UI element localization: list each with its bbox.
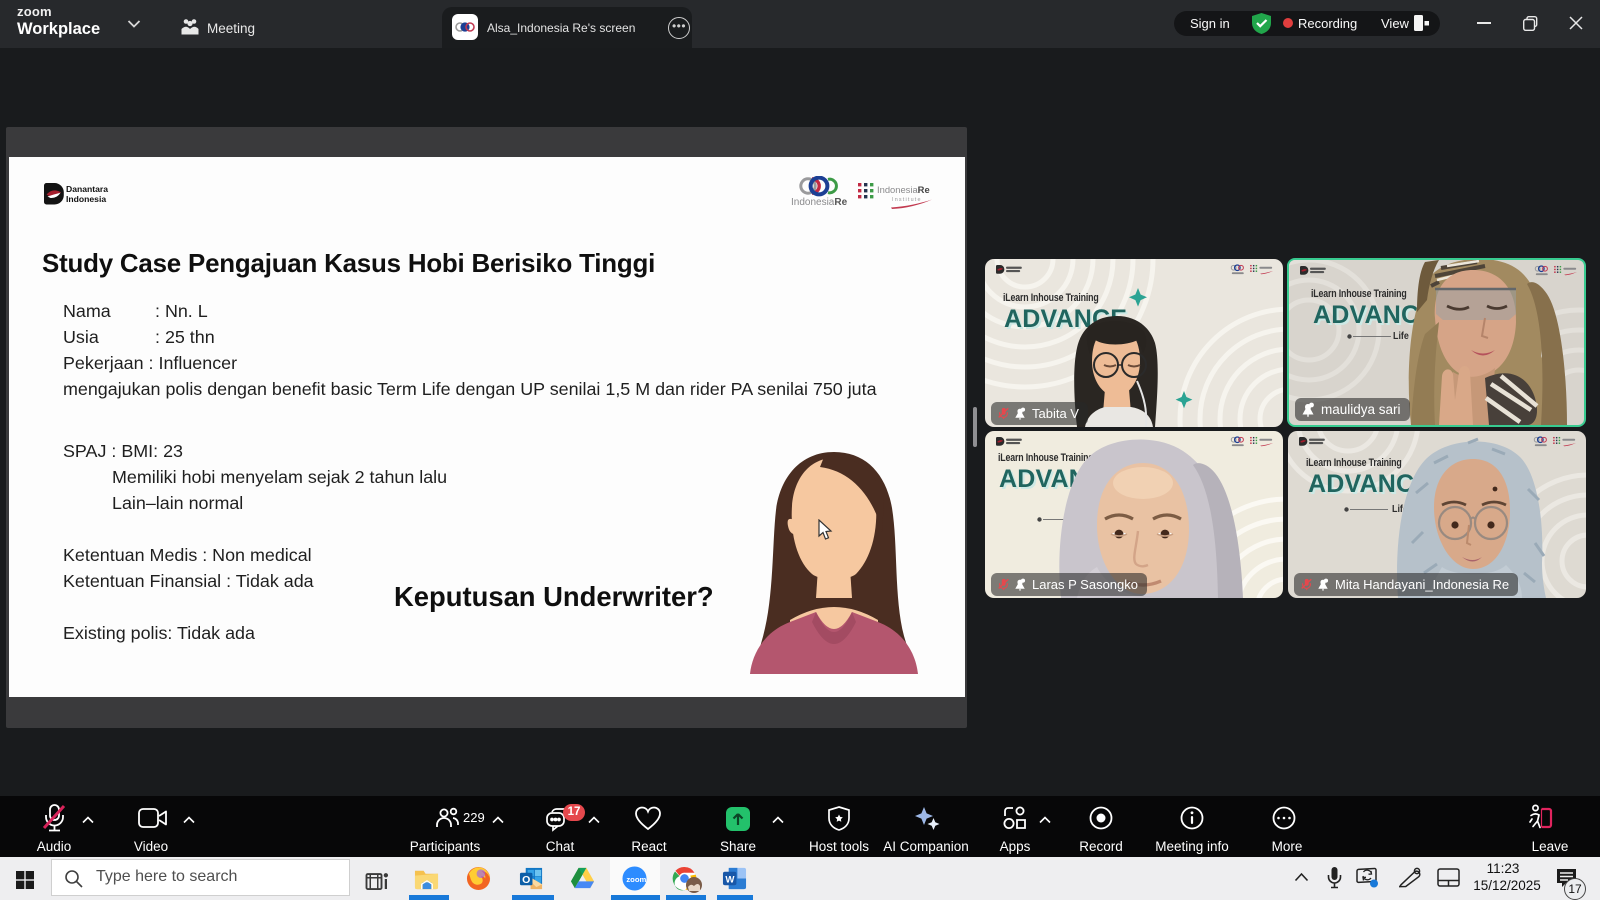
svg-text:Indonesia: Indonesia (66, 194, 106, 204)
svg-text:zoom: zoom (626, 875, 646, 884)
svg-text:IndonesiaRe: IndonesiaRe (791, 197, 848, 208)
svg-text:W: W (725, 874, 735, 885)
svg-text:Danantara: Danantara (66, 184, 108, 194)
svg-text:Institute: Institute (892, 197, 922, 203)
svg-text:O: O (522, 874, 530, 886)
svg-text:IndonesiaRe: IndonesiaRe (877, 184, 930, 195)
